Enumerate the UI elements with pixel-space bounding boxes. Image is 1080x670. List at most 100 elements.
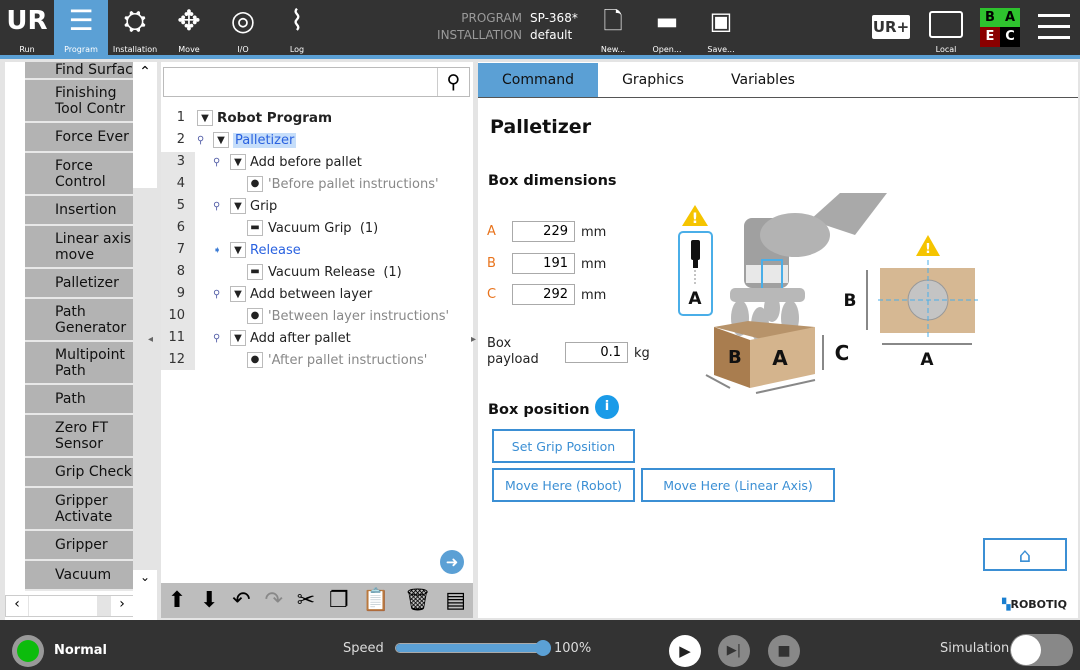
palette-item-linear-axis-move[interactable]: Linear axis move: [25, 226, 133, 269]
tree-row-label: Add after pallet: [250, 330, 351, 346]
palette-horizontal-scrollbar[interactable]: ‹ ›: [5, 595, 133, 617]
palette-item-insertion[interactable]: Insertion: [25, 196, 133, 226]
tree-row-vacuum-release[interactable]: ▬ Vacuum Release (1): [247, 262, 402, 282]
palette-item-grip-check[interactable]: Grip Check: [25, 458, 133, 488]
move-up-icon[interactable]: ⬆: [168, 588, 186, 613]
robot-status-indicator[interactable]: [12, 635, 44, 667]
collapse-triangle-icon[interactable]: ▼: [197, 110, 213, 126]
hamburger-menu-icon[interactable]: [1038, 14, 1070, 40]
tree-row-add-after-pallet[interactable]: ⚲ ▼ Add after pallet: [213, 328, 351, 348]
step-icon: ▶|: [726, 643, 742, 658]
tree-search-input[interactable]: ⚲: [163, 67, 470, 97]
nav-run[interactable]: UR Run: [0, 0, 54, 55]
tab-variables[interactable]: Variables: [708, 63, 818, 97]
move-down-icon[interactable]: ⬇: [200, 588, 218, 613]
undo-icon[interactable]: ↶: [232, 588, 250, 613]
delete-icon[interactable]: 🗑: [404, 588, 432, 613]
search-icon[interactable]: ⚲: [437, 68, 469, 96]
robot-arm-icon: ⛭: [123, 4, 147, 37]
collapse-left-handle[interactable]: ◂: [148, 334, 153, 345]
box-payload-input[interactable]: 0.1: [565, 342, 628, 363]
info-icon[interactable]: i: [595, 395, 619, 419]
palette-item-palletizer[interactable]: Palletizer: [25, 269, 133, 299]
collapse-triangle-icon[interactable]: ▼: [230, 286, 246, 302]
comment-icon: ●: [247, 308, 263, 324]
palette-item-multipoint-path[interactable]: Multipoint Path: [25, 342, 133, 385]
collapse-triangle-icon[interactable]: ▼: [230, 242, 246, 258]
collapse-triangle-icon[interactable]: ▼: [213, 132, 229, 148]
collapse-triangle-icon[interactable]: ▼: [230, 154, 246, 170]
move-here-robot-button[interactable]: Move Here (Robot): [492, 468, 635, 502]
stop-icon: ■: [777, 643, 791, 659]
dim-c-input[interactable]: 292: [512, 284, 575, 305]
tree-row-label: Add before pallet: [250, 154, 362, 170]
simulation-toggle[interactable]: [1010, 634, 1073, 666]
palette-item-label: Gripper Activate: [55, 492, 113, 525]
move-arrows-icon: ✥: [177, 4, 201, 37]
dim-a-input[interactable]: 229: [512, 221, 575, 242]
new-button[interactable]: 🗋 New...: [586, 0, 640, 55]
palette-item-label: Finishing Tool Contr: [55, 84, 126, 117]
nav-move[interactable]: ✥ Move: [162, 0, 216, 55]
palette-item-path-generator[interactable]: Path Generator: [25, 299, 133, 342]
stop-button[interactable]: ■: [768, 635, 800, 667]
scroll-left-icon[interactable]: ‹: [6, 596, 28, 616]
save-button[interactable]: ▣ Save...: [694, 0, 748, 55]
tree-row-add-before-pallet[interactable]: ⚲ ▼ Add before pallet: [213, 152, 362, 172]
palette-item-gripper[interactable]: Gripper: [25, 531, 133, 561]
tree-row-release[interactable]: ➧ ▼ Release: [213, 240, 301, 260]
tree-row-robot-program[interactable]: ▼ Robot Program: [197, 108, 332, 128]
scroll-thumb[interactable]: [29, 596, 97, 616]
palletizer-diagram: ! A B A C ! B A: [678, 193, 978, 394]
tree-row-grip[interactable]: ⚲ ▼ Grip: [213, 196, 277, 216]
scroll-right-icon[interactable]: ›: [111, 596, 133, 616]
tree-row-palletizer[interactable]: ⚲ ▼ Palletizer: [197, 130, 297, 150]
speed-slider-handle[interactable]: [535, 640, 551, 656]
palette-item-zero-ft-sensor[interactable]: Zero FT Sensor: [25, 415, 133, 458]
tree-row-comment[interactable]: ● 'Between layer instructions': [247, 306, 449, 326]
tree-row-comment[interactable]: ● 'Before pallet instructions': [247, 174, 439, 194]
palette-item-force-control[interactable]: Force Control: [25, 153, 133, 196]
urcaps-icon[interactable]: UR+: [872, 15, 910, 39]
palette-item-vacuum[interactable]: Vacuum: [25, 561, 133, 591]
redo-icon[interactable]: ↷: [264, 588, 282, 613]
tree-row-add-between-layer[interactable]: ⚲ ▼ Add between layer: [213, 284, 372, 304]
warning-icon: !: [916, 235, 940, 257]
step-button[interactable]: ▶|: [718, 635, 750, 667]
go-to-node-arrow-icon[interactable]: ➜: [440, 550, 464, 574]
home-button[interactable]: ⌂: [983, 538, 1067, 571]
cut-icon[interactable]: ✂: [297, 588, 315, 613]
dim-b-input[interactable]: 191: [512, 253, 575, 274]
collapse-right-handle[interactable]: ▸: [471, 334, 476, 345]
palette-item-force-event[interactable]: Force Ever: [25, 123, 133, 153]
svg-text:!: !: [692, 211, 698, 227]
scroll-up-icon[interactable]: ⌃: [133, 64, 157, 80]
tab-command[interactable]: Command: [478, 63, 598, 97]
collapse-triangle-icon[interactable]: ▼: [230, 198, 246, 214]
play-button[interactable]: ▶: [669, 635, 701, 667]
palette-item-path[interactable]: Path: [25, 385, 133, 415]
paste-icon[interactable]: 📋: [362, 588, 389, 613]
tree-row-comment[interactable]: ● 'After pallet instructions': [247, 350, 427, 370]
suppress-icon[interactable]: ▤: [445, 588, 466, 613]
nav-log[interactable]: ⌇ Log: [270, 0, 324, 55]
local-control-button[interactable]: Local: [920, 0, 972, 55]
safety-checksum[interactable]: B A E C: [980, 8, 1020, 47]
palette-item-find-surface[interactable]: Find Surface: [25, 62, 133, 80]
scroll-down-icon[interactable]: ⌄: [133, 570, 157, 592]
palette-item-finishing-tool[interactable]: Finishing Tool Contr: [25, 80, 133, 123]
tab-graphics[interactable]: Graphics: [598, 63, 708, 97]
palette-scrollbar[interactable]: ⌃ ⌄: [133, 62, 157, 592]
set-grip-position-button[interactable]: Set Grip Position: [492, 429, 635, 463]
collapse-triangle-icon[interactable]: ▼: [230, 330, 246, 346]
nav-io[interactable]: ◎ I/O: [216, 0, 270, 55]
copy-icon[interactable]: ❐: [329, 588, 349, 613]
nav-program[interactable]: ☰ Program: [54, 0, 108, 55]
open-button[interactable]: ▬ Open...: [640, 0, 694, 55]
move-here-linear-axis-button[interactable]: Move Here (Linear Axis): [641, 468, 835, 502]
palette-item-gripper-activate[interactable]: Gripper Activate: [25, 488, 133, 531]
nav-installation[interactable]: ⛭ Installation: [108, 0, 162, 55]
program-tree-icon: ☰: [68, 4, 94, 37]
speed-slider[interactable]: [395, 643, 545, 653]
tree-row-vacuum-grip[interactable]: ▬ Vacuum Grip (1): [247, 218, 378, 238]
